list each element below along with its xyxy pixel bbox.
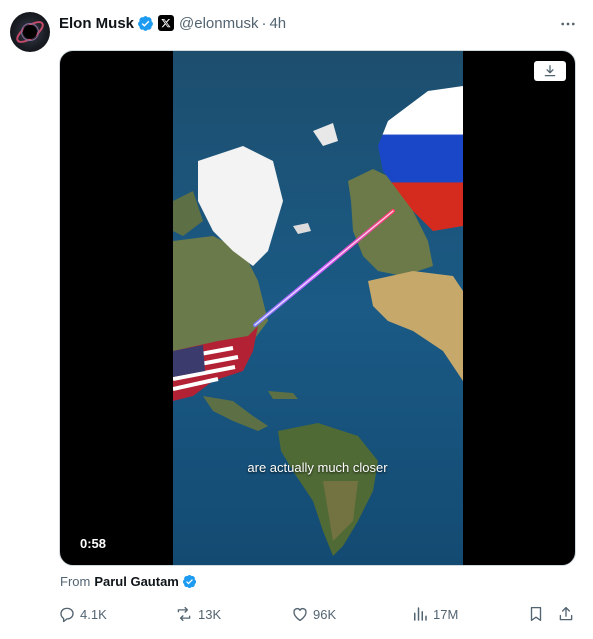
bookmark-button[interactable] (527, 602, 545, 626)
verified-badge-icon[interactable] (137, 15, 154, 32)
like-count: 96K (313, 606, 337, 622)
video-player[interactable]: are actually much closer 0:58 (59, 50, 576, 566)
tweet-header: Elon Musk @elonmusk · 4h (59, 12, 286, 34)
share-icon (559, 606, 573, 621)
view-count: 17M (433, 606, 459, 622)
timestamp[interactable]: 4h (269, 15, 286, 32)
source-attribution: From Parul Gautam (60, 574, 197, 589)
share-button[interactable] (557, 602, 575, 626)
repost-count: 13K (198, 606, 222, 622)
map-video-image (173, 51, 463, 565)
x-logo-icon[interactable] (158, 15, 175, 31)
video-duration: 0:58 (80, 536, 107, 551)
action-bar: 4.1K 13K 96K 17M (58, 602, 580, 626)
reply-button[interactable]: 4.1K (58, 602, 107, 626)
video-frame[interactable] (173, 51, 463, 565)
source-name[interactable]: Parul Gautam (94, 574, 179, 589)
tweet: Elon Musk @elonmusk · 4h are actually mu… (0, 0, 593, 639)
more-options-icon[interactable] (556, 14, 580, 34)
repost-icon (177, 606, 191, 622)
video-caption: are actually much closer (247, 460, 388, 475)
author-name[interactable]: Elon Musk (59, 15, 134, 32)
heart-icon (293, 608, 307, 622)
repost-button[interactable]: 13K (174, 602, 221, 626)
from-label: From (60, 574, 91, 589)
bookmark-icon (530, 606, 542, 622)
download-icon[interactable] (534, 61, 566, 81)
views-button[interactable]: 17M (411, 602, 458, 626)
analytics-icon (414, 607, 427, 621)
separator-dot: · (261, 14, 267, 32)
reply-icon (60, 607, 74, 623)
author-handle[interactable]: @elonmusk (179, 15, 258, 32)
like-button[interactable]: 96K (291, 602, 336, 626)
verified-badge-icon[interactable] (182, 574, 197, 589)
avatar-image (16, 21, 44, 43)
reply-count: 4.1K (80, 606, 107, 622)
avatar[interactable] (10, 12, 50, 52)
